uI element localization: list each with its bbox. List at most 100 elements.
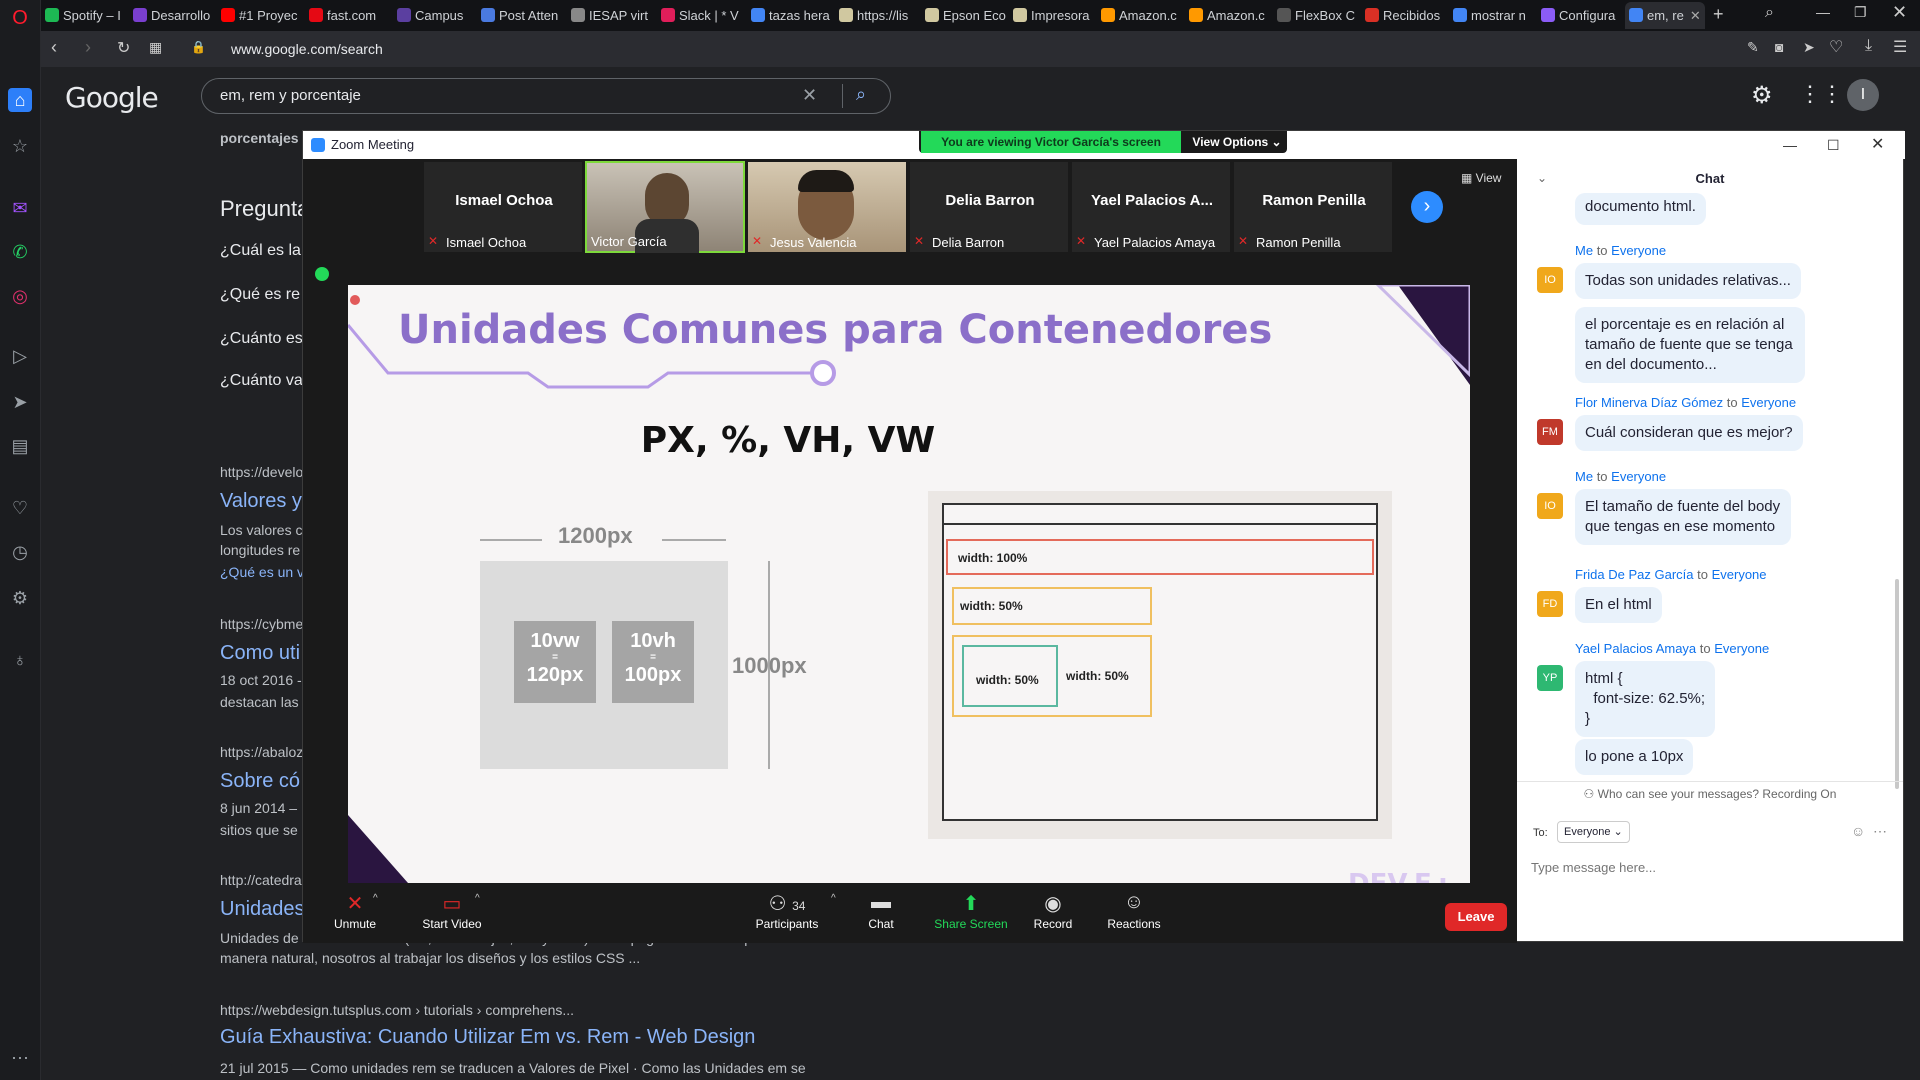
home-icon[interactable]: ⌂ [8, 88, 32, 112]
question-item[interactable]: ¿Cuál es la [220, 242, 301, 260]
send-page-icon[interactable]: ➤ [1803, 39, 1815, 56]
easy-setup-icon[interactable]: ☰ [1893, 37, 1907, 57]
result-title[interactable]: Valores y [220, 490, 302, 513]
zoom-close-icon[interactable]: ✕ [1871, 131, 1884, 159]
browser-tab[interactable]: Impresora [1009, 2, 1095, 29]
privacy-note[interactable]: ⚇ Who can see your messages? Recording O… [1517, 787, 1903, 801]
wallet-icon[interactable]: ▤ [8, 434, 32, 458]
recipient-dropdown[interactable]: Everyone ⌄ [1557, 821, 1630, 843]
participants-caret[interactable]: ^ [831, 893, 836, 904]
search-icon[interactable]: ⌕ [856, 84, 866, 105]
minimize-icon[interactable]: — [1816, 4, 1830, 20]
close-tab-icon[interactable]: ✕ [1690, 8, 1701, 23]
tab-favicon-icon [1453, 8, 1467, 22]
search-tabs-icon[interactable]: ⌕ [1765, 4, 1774, 22]
participant-tile-video[interactable]: ✕ Jesus Valencia [747, 161, 907, 253]
browser-tab[interactable]: tazas hera [747, 2, 833, 29]
browser-tab[interactable]: Slack | * V [657, 2, 745, 29]
participant-tile[interactable]: Delia Barron ✕ Delia Barron [909, 161, 1069, 253]
video-options-caret[interactable]: ^ [475, 893, 480, 904]
zoom-maximize-icon[interactable]: ☐ [1827, 131, 1840, 159]
search-input[interactable] [220, 87, 780, 104]
edit-icon[interactable]: ✎ [1747, 39, 1759, 56]
new-tab-icon[interactable]: + [1713, 4, 1724, 25]
participant-tile[interactable]: Ramon Penilla ✕ Ramon Penilla [1233, 161, 1393, 253]
clear-icon[interactable]: ✕ [802, 85, 817, 106]
browser-tab[interactable]: em, re ✕ [1625, 2, 1705, 29]
opera-logo-icon[interactable]: O [8, 6, 32, 30]
player-icon[interactable]: ▷ [8, 344, 32, 368]
close-window-icon[interactable]: ✕ [1892, 2, 1907, 23]
question-item[interactable]: ¿Qué es re [220, 286, 300, 304]
view-options-button[interactable]: View Options ⌄ [1189, 131, 1285, 153]
participant-tile[interactable]: Ismael Ochoa ✕ Ismael Ochoa [423, 161, 583, 253]
view-button[interactable]: ▦ View [1461, 171, 1501, 185]
camera-icon[interactable]: ◙ [1775, 39, 1783, 55]
audio-options-caret[interactable]: ^ [373, 893, 378, 904]
browser-tab[interactable]: Campus [393, 2, 475, 29]
apps-icon[interactable]: ⋮⋮ [1799, 81, 1843, 107]
restore-icon[interactable]: ❐ [1854, 4, 1867, 21]
whatsapp-icon[interactable]: ✆ [8, 240, 32, 264]
browser-tab[interactable]: fast.com [305, 2, 391, 29]
forward-icon[interactable]: › [85, 37, 91, 58]
google-logo[interactable]: Google [65, 81, 159, 114]
back-icon[interactable]: ‹ [51, 37, 57, 58]
tab-favicon-icon [925, 8, 939, 22]
chat-scrollbar[interactable] [1895, 579, 1899, 789]
browser-tab[interactable]: Recibidos [1361, 2, 1447, 29]
chat-input[interactable] [1531, 855, 1891, 879]
browser-tab[interactable]: #1 Proyec [217, 2, 303, 29]
browser-tab[interactable]: Post Atten [477, 2, 565, 29]
heart-icon[interactable]: ♡ [8, 496, 32, 520]
browser-tab[interactable]: mostrar n [1449, 2, 1535, 29]
browser-tab[interactable]: https://lis [835, 2, 919, 29]
question-item[interactable]: ¿Cuánto es [220, 330, 303, 348]
more-icon[interactable]: ⋯ [8, 1046, 32, 1070]
download-icon[interactable]: ⤓ [1865, 37, 1872, 55]
reactions-button[interactable]: ☺ Reactions [1099, 891, 1169, 931]
browser-tab[interactable]: FlexBox C [1273, 2, 1359, 29]
start-video-button[interactable]: ▭ Start Video [407, 891, 497, 931]
browser-tab[interactable]: Amazon.c [1185, 2, 1271, 29]
result-link[interactable]: ¿Qué es un v [220, 562, 304, 582]
result-title[interactable]: Como uti [220, 642, 300, 665]
result-title[interactable]: Guía Exhaustiva: Cuando Utilizar Em vs. … [220, 1026, 755, 1049]
participant-tile[interactable]: Yael Palacios A... ✕ Yael Palacios Amaya [1071, 161, 1231, 253]
zoom-minimize-icon[interactable]: — [1783, 131, 1797, 159]
avatar[interactable]: I [1847, 79, 1879, 111]
history-icon[interactable]: ◷ [8, 540, 32, 564]
unmute-button[interactable]: ✕ Unmute [319, 891, 391, 931]
browser-tab[interactable]: Epson Eco [921, 2, 1007, 29]
result-title[interactable]: Sobre có [220, 770, 300, 793]
browser-tab[interactable]: IESAP virt [567, 2, 655, 29]
url-field[interactable]: www.google.com/search [191, 35, 1571, 63]
bookmark-heart-icon[interactable]: ♡ [1829, 37, 1843, 57]
share-screen-button[interactable]: ⬆ Share Screen [931, 891, 1011, 931]
messenger-icon[interactable]: ✉ [8, 196, 32, 220]
speed-dial-icon[interactable]: ☆ [8, 134, 32, 158]
participant-tile-video[interactable]: Victor García [585, 161, 745, 253]
to-label: To: [1533, 827, 1548, 839]
question-item[interactable]: ¿Cuánto va [220, 372, 303, 390]
send-icon[interactable]: ➤ [8, 390, 32, 414]
browser-tab[interactable]: Spotify – I [41, 2, 127, 29]
browser-tab[interactable]: Configura [1537, 2, 1623, 29]
settings-icon[interactable]: ⚙ [8, 586, 32, 610]
browser-tab[interactable]: Desarrollo [129, 2, 215, 29]
tabs-grid-icon[interactable]: ▦ [149, 39, 162, 56]
participants-button[interactable]: ⚇ 34 Participants [747, 891, 827, 931]
instagram-icon[interactable]: ◎ [8, 284, 32, 308]
leave-button[interactable]: Leave [1445, 903, 1507, 931]
browser-tab[interactable]: Amazon.c [1097, 2, 1183, 29]
next-page-icon[interactable]: › [1411, 191, 1443, 223]
tab-favicon-icon [221, 8, 235, 22]
record-button[interactable]: ◉ Record [1023, 891, 1083, 931]
settings-gear-icon[interactable]: ⚙ [1751, 81, 1773, 110]
result-title[interactable]: Unidades [220, 898, 305, 921]
chat-button[interactable]: ▬ Chat [851, 891, 911, 931]
reload-icon[interactable]: ↻ [117, 38, 130, 58]
emoji-icon[interactable]: ☺ [1851, 823, 1865, 839]
bulb-icon[interactable]: ♁ [8, 648, 32, 672]
more-options-icon[interactable]: ⋯ [1873, 823, 1887, 840]
